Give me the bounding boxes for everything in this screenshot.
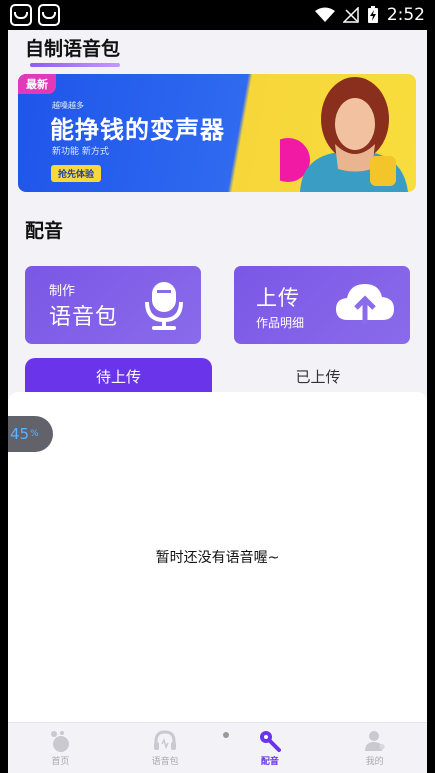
nav-label-profile: 我的 [365, 757, 384, 767]
nav-item-profile[interactable]: 我的 [322, 723, 427, 773]
profile-icon [364, 731, 385, 751]
headphones-icon [154, 730, 177, 750]
app-notification-icon [10, 4, 32, 26]
make-voice-pack-button[interactable]: 制作 语音包 [25, 266, 201, 344]
battery-charging-icon [367, 6, 378, 23]
empty-state-message: 暂时还没有语音喔~ [155, 550, 280, 566]
nav-indicator-dot [223, 732, 229, 738]
clock: 2:52 [386, 5, 425, 25]
nav-item-home[interactable]: 首页 [8, 723, 113, 773]
bottom-navigation: 首页 语音包 配音 我的 [8, 722, 427, 773]
upload-card-line2: 作品明细 [256, 316, 305, 330]
upload-card-line1: 上传 [256, 286, 300, 310]
nav-label-dubbing: 配音 [260, 757, 279, 767]
banner-person-image [280, 77, 408, 192]
make-card-line1: 制作 [49, 284, 76, 299]
title-underline [30, 63, 120, 67]
dubbing-icon [259, 731, 281, 752]
wifi-icon [314, 7, 335, 22]
section-title-voice-pack: 自制语音包 [25, 38, 121, 60]
home-icon [51, 731, 70, 752]
no-signal-icon [342, 7, 359, 23]
floating-progress-badge[interactable]: 45% [8, 416, 53, 452]
app-notification-icon [38, 4, 60, 26]
nav-item-voice-pack[interactable]: 语音包 [113, 723, 218, 773]
nav-label-voice-pack: 语音包 [151, 757, 179, 767]
make-card-line2: 语音包 [49, 305, 119, 330]
banner-subtitle: 新功能 新方式 [52, 147, 109, 157]
progress-value: 45 [10, 425, 30, 443]
nav-label-home: 首页 [51, 757, 70, 767]
upload-works-button[interactable]: 上传 作品明细 [234, 266, 410, 344]
section-title-dubbing: 配音 [25, 220, 64, 242]
tab-pending-upload[interactable]: 待上传 [25, 358, 212, 394]
nav-item-dubbing[interactable]: 配音 [218, 723, 323, 773]
banner-try-button[interactable]: 抢先体验 [51, 165, 102, 182]
status-bar: 2:52 [0, 0, 435, 30]
promo-banner[interactable]: 最新 越嗓越多 能挣钱的变声器 新功能 新方式 抢先体验 [18, 74, 416, 192]
voice-list-panel: 暂时还没有语音喔~ [8, 392, 427, 722]
cloud-upload-icon [336, 284, 394, 324]
banner-badge: 最新 [18, 74, 56, 94]
progress-unit: % [30, 429, 39, 439]
tab-uploaded[interactable]: 已上传 [226, 358, 410, 394]
microphone-icon [145, 282, 183, 330]
app-screen: 自制语音包 最新 越嗓越多 能挣钱的变声器 新功能 新方式 抢先体验 配音 制作… [8, 30, 427, 773]
banner-headline: 能挣钱的变声器 [50, 116, 225, 144]
